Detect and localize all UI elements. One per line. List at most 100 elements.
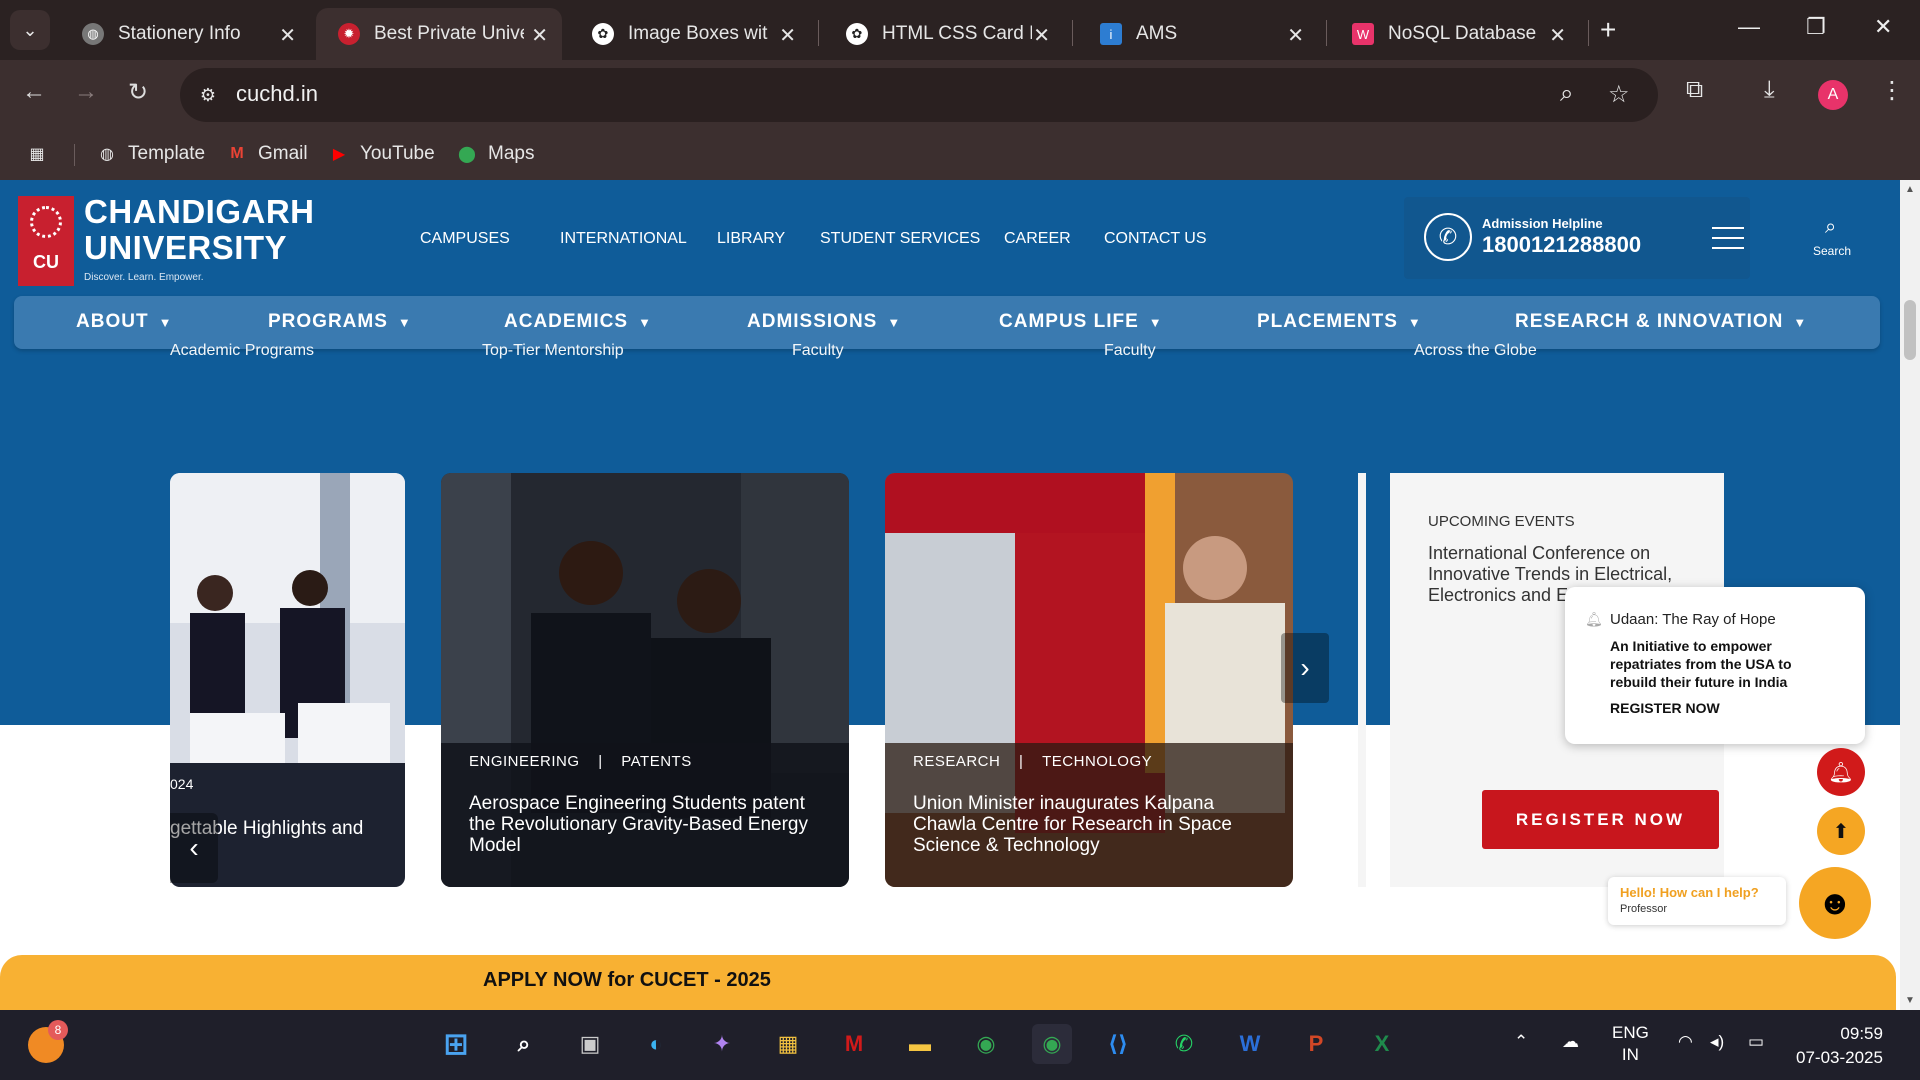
- language-indicator[interactable]: ENG IN: [1612, 1022, 1649, 1066]
- tab-stationery[interactable]: ◍ Stationery Info ✕: [60, 8, 310, 60]
- profile-avatar[interactable]: A: [1818, 80, 1848, 110]
- mcafee-icon[interactable]: M: [834, 1024, 874, 1064]
- nav-placements[interactable]: PLACEMENTS ▼: [1257, 311, 1422, 333]
- hamburger-menu-icon[interactable]: [1712, 227, 1744, 249]
- search-label[interactable]: Search: [1813, 244, 1851, 258]
- url-text[interactable]: cuchd.in: [236, 81, 318, 107]
- scroll-top-button[interactable]: ⬆: [1817, 807, 1865, 855]
- tab-ams[interactable]: i AMS ✕: [1078, 8, 1318, 60]
- nav-research-innovation[interactable]: RESEARCH & INNOVATION ▼: [1515, 311, 1807, 333]
- tab-nosql-database[interactable]: W NoSQL Database - ✕: [1330, 8, 1580, 60]
- popup-register-link[interactable]: REGISTER NOW: [1610, 700, 1720, 716]
- extensions-icon[interactable]: ⧉: [1686, 76, 1703, 104]
- apply-now-text[interactable]: APPLY NOW for CUCET - 2025: [483, 969, 771, 992]
- search-icon[interactable]: ⌕: [504, 1024, 544, 1064]
- helpline-number[interactable]: 1800121288800: [1482, 232, 1641, 258]
- task-view-icon[interactable]: ▣: [570, 1024, 610, 1064]
- topnav-career[interactable]: CAREER: [1004, 230, 1071, 248]
- card-tag[interactable]: TECHNOLOGY: [1042, 753, 1152, 770]
- wifi-icon[interactable]: ◠: [1678, 1032, 1693, 1052]
- close-tab-icon[interactable]: ✕: [779, 23, 796, 48]
- topnav-student-services[interactable]: STUDENT SERVICES: [820, 230, 980, 248]
- topnav-contact-us[interactable]: CONTACT US: [1104, 230, 1207, 248]
- apply-now-bar[interactable]: APPLY NOW for CUCET - 2025: [0, 955, 1896, 1010]
- close-tab-icon[interactable]: ✕: [279, 23, 296, 48]
- tab-image-boxes[interactable]: ✿ Image Boxes with ✕: [570, 8, 810, 60]
- close-tab-icon[interactable]: ✕: [1549, 23, 1566, 48]
- new-tab-button[interactable]: +: [1600, 14, 1616, 46]
- bookmark-star-icon[interactable]: ☆: [1608, 80, 1630, 109]
- powerpoint-icon[interactable]: P: [1296, 1024, 1336, 1064]
- close-window-button[interactable]: ✕: [1874, 14, 1892, 40]
- excel-icon[interactable]: X: [1362, 1024, 1402, 1064]
- scrollbar-thumb[interactable]: [1904, 300, 1916, 360]
- news-card[interactable]: RESEARCH | TECHNOLOGY Union Minister ina…: [885, 473, 1293, 887]
- cu-logo-emblem[interactable]: CU: [18, 196, 74, 286]
- tray-chevron-up-icon[interactable]: ⌃: [1514, 1032, 1528, 1052]
- scroll-down-arrow-icon[interactable]: ▼: [1905, 995, 1915, 1006]
- nav-campus-life[interactable]: CAMPUS LIFE ▼: [999, 311, 1163, 333]
- bookmark-gmail[interactable]: M Gmail: [226, 138, 307, 170]
- battery-icon[interactable]: ▭: [1748, 1032, 1764, 1052]
- windows-start-icon[interactable]: ⊞: [436, 1024, 476, 1064]
- address-bar[interactable]: ⚙ cuchd.in ⌕ ☆: [180, 68, 1658, 122]
- logo-wordmark[interactable]: CHANDIGARH UNIVERSITY: [84, 194, 315, 266]
- nav-about[interactable]: ABOUT ▼: [76, 311, 172, 333]
- back-button[interactable]: ←: [22, 78, 46, 106]
- close-tab-icon[interactable]: ✕: [1033, 23, 1050, 48]
- store-icon[interactable]: ▦: [768, 1024, 808, 1064]
- tab-search-button[interactable]: ⌄: [10, 10, 50, 50]
- nav-programs[interactable]: PROGRAMS ▼: [268, 311, 412, 333]
- card-title[interactable]: Union Minister inaugurates Kalpana Chawl…: [913, 793, 1258, 856]
- topnav-international[interactable]: INTERNATIONAL: [560, 230, 687, 248]
- minimize-button[interactable]: —: [1738, 14, 1760, 40]
- nav-academics[interactable]: ACADEMICS ▼: [504, 311, 652, 333]
- menu-kebab-icon[interactable]: ⋮: [1880, 76, 1904, 105]
- word-icon[interactable]: W: [1230, 1024, 1270, 1064]
- scroll-up-arrow-icon[interactable]: ▲: [1905, 184, 1915, 195]
- card-tag[interactable]: RESEARCH: [913, 753, 1000, 770]
- bookmark-youtube[interactable]: ▶ YouTube: [328, 138, 435, 170]
- chat-bubble[interactable]: Hello! How can I help? Professor: [1608, 877, 1786, 925]
- search-icon[interactable]: ⌕: [1825, 216, 1836, 239]
- chrome-profile-icon[interactable]: ◉: [1032, 1024, 1072, 1064]
- carousel-prev-button[interactable]: ‹: [170, 813, 218, 883]
- notification-popup[interactable]: 🔔︎ Udaan: The Ray of Hope An Initiative …: [1565, 587, 1865, 744]
- reload-button[interactable]: ↻: [128, 78, 148, 107]
- notification-bell-button[interactable]: 🔔︎: [1817, 748, 1865, 796]
- file-explorer-icon[interactable]: ▬: [900, 1024, 940, 1064]
- tab-html-css-card[interactable]: ✿ HTML CSS Card De ✕: [824, 8, 1064, 60]
- forward-button[interactable]: →: [74, 78, 98, 106]
- close-tab-icon[interactable]: ✕: [1287, 23, 1304, 48]
- page-scrollbar[interactable]: ▲ ▼: [1900, 180, 1920, 1010]
- bookmark-maps[interactable]: ⬤ Maps: [456, 138, 534, 170]
- whatsapp-icon[interactable]: ✆: [1164, 1024, 1204, 1064]
- copilot-icon[interactable]: ✦: [702, 1024, 742, 1064]
- card-tag[interactable]: PATENTS: [621, 753, 691, 770]
- site-info-icon[interactable]: ⚙: [194, 81, 222, 109]
- carousel-next-button[interactable]: ›: [1281, 633, 1329, 703]
- chrome-icon[interactable]: ◉: [966, 1024, 1006, 1064]
- edge-icon[interactable]: ◐: [636, 1024, 676, 1064]
- tab-title: AMS: [1136, 23, 1178, 44]
- vscode-icon[interactable]: ⟨⟩: [1098, 1024, 1138, 1064]
- restore-button[interactable]: ❐: [1806, 14, 1826, 40]
- onedrive-cloud-icon[interactable]: ☁: [1562, 1032, 1579, 1052]
- admission-helpline[interactable]: ✆ Admission Helpline 1800121288800: [1404, 197, 1750, 279]
- news-card[interactable]: ENGINEERING | PATENTS Aerospace Engineer…: [441, 473, 849, 887]
- bookmark-template[interactable]: ◍ Template: [96, 138, 205, 170]
- clock[interactable]: 09:59 07-03-2025: [1796, 1022, 1883, 1070]
- tab-best-private-university[interactable]: ✹ Best Private Univer ✕: [316, 8, 562, 60]
- zoom-icon[interactable]: ⌕: [1560, 80, 1573, 108]
- topnav-library[interactable]: LIBRARY: [717, 230, 785, 248]
- apps-grid-icon[interactable]: ▦: [26, 138, 58, 170]
- card-title[interactable]: Aerospace Engineering Students patent th…: [469, 793, 814, 856]
- nav-admissions[interactable]: ADMISSIONS ▼: [747, 311, 901, 333]
- card-tag[interactable]: ENGINEERING: [469, 753, 580, 770]
- chatbot-icon[interactable]: ☻: [1799, 867, 1871, 939]
- topnav-campuses[interactable]: CAMPUSES: [420, 230, 510, 248]
- register-now-button[interactable]: REGISTER NOW: [1482, 790, 1719, 849]
- close-tab-icon[interactable]: ✕: [531, 23, 548, 48]
- download-icon[interactable]: ⤓: [1764, 76, 1775, 104]
- volume-icon[interactable]: ◂): [1710, 1032, 1724, 1052]
